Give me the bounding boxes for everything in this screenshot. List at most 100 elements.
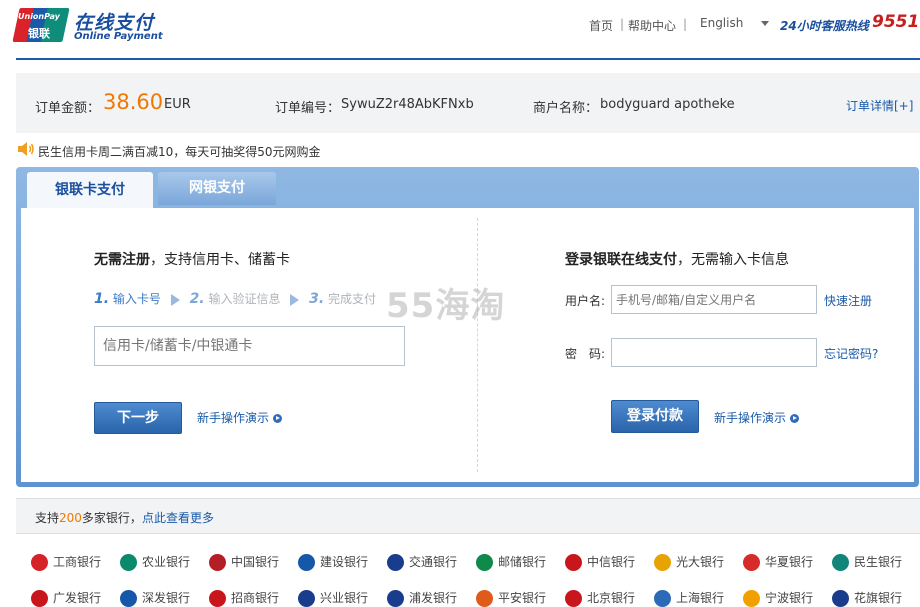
- bank-item[interactable]: 花旗银行: [832, 589, 902, 607]
- bank-name: 华夏银行: [765, 555, 814, 569]
- bank-item[interactable]: 邮储银行: [476, 553, 546, 571]
- password-input[interactable]: [611, 338, 817, 367]
- card-demo-link[interactable]: 新手操作演示: [197, 409, 283, 426]
- nav-home-link[interactable]: 首页: [589, 17, 613, 34]
- card-pay-title-bold: 无需注册: [94, 252, 150, 268]
- brand-subtitle: Online Payment: [74, 31, 163, 42]
- bank-item[interactable]: 民生银行: [832, 553, 902, 571]
- logo-text-unionpay: UnionPay: [18, 12, 60, 21]
- quick-register-link[interactable]: 快速注册: [824, 292, 872, 309]
- promo-notice[interactable]: 民生信用卡周二满百减10，每天可抽奖得50元网购金: [38, 143, 321, 160]
- banks-prefix: 支持: [35, 511, 60, 525]
- bank-item[interactable]: 建设银行: [298, 553, 368, 571]
- bank-name: 民生银行: [854, 555, 903, 569]
- bank-item[interactable]: 工商银行: [31, 553, 101, 571]
- nav-separator: |: [683, 17, 688, 31]
- nbcb-icon: [743, 590, 760, 607]
- banks-suffix: 多家银行，: [81, 511, 142, 525]
- merchant-name: bodyguard apotheke: [600, 97, 735, 112]
- card-number-input[interactable]: [94, 326, 405, 366]
- bank-item[interactable]: 农业银行: [120, 553, 190, 571]
- bank-item[interactable]: 交通银行: [387, 553, 457, 571]
- login-pay-title-bold: 登录银联在线支付: [565, 252, 677, 268]
- bank-item[interactable]: 广发银行: [31, 589, 101, 607]
- forgot-password-link[interactable]: 忘记密码?: [824, 345, 878, 362]
- order-number-label: 订单编号：: [275, 101, 341, 116]
- language-label: English: [700, 16, 744, 30]
- banks-count: 200: [59, 511, 82, 525]
- bank-item[interactable]: 中信银行: [565, 553, 635, 571]
- bank-item[interactable]: 上海银行: [654, 589, 724, 607]
- citi-icon: [832, 590, 849, 607]
- bank-item[interactable]: 深发银行: [120, 589, 190, 607]
- play-icon: [790, 414, 800, 423]
- hotline-label: 24小时客服热线: [780, 19, 869, 33]
- login-pay-button[interactable]: 登录付款: [611, 400, 699, 433]
- supported-banks-text: 支持200多家银行，点此查看更多: [35, 509, 214, 526]
- header-divider: [16, 58, 920, 60]
- language-select[interactable]: English: [700, 16, 770, 30]
- bank-name: 宁波银行: [765, 591, 814, 605]
- bank-name: 工商银行: [53, 555, 102, 569]
- spdb-icon: [387, 590, 404, 607]
- username-input[interactable]: [611, 285, 817, 314]
- bank-name: 中国银行: [231, 555, 280, 569]
- order-currency: EUR: [164, 97, 191, 112]
- bocom-icon: [387, 554, 404, 571]
- step-2-number: 2.: [189, 291, 205, 307]
- hotline-number: 95516: [872, 12, 920, 32]
- bank-item[interactable]: 兴业银行: [298, 589, 368, 607]
- bank-name: 建设银行: [320, 555, 369, 569]
- bank-item[interactable]: 光大银行: [654, 553, 724, 571]
- bank-item[interactable]: 宁波银行: [743, 589, 813, 607]
- bank-item[interactable]: 招商银行: [209, 589, 279, 607]
- merchant-label: 商户名称：: [533, 101, 599, 116]
- nav-help-link[interactable]: 帮助中心: [628, 17, 676, 34]
- bank-item[interactable]: 北京银行: [565, 589, 635, 607]
- login-demo-link-label: 新手操作演示: [714, 411, 787, 425]
- bank-name: 招商银行: [231, 591, 280, 605]
- password-label: 密 码:: [565, 347, 606, 361]
- abc-icon: [120, 554, 137, 571]
- arrow-right-icon: [170, 293, 180, 306]
- bank-name: 交通银行: [409, 555, 458, 569]
- nav-separator: |: [620, 17, 625, 31]
- bank-name: 兴业银行: [320, 591, 369, 605]
- login-pay-title-rest: ，无需输入卡信息: [677, 252, 789, 268]
- bank-item[interactable]: 浦发银行: [387, 589, 457, 607]
- bank-name: 浦发银行: [409, 591, 458, 605]
- cib-icon: [298, 590, 315, 607]
- next-step-button[interactable]: 下一步: [94, 402, 182, 434]
- bank-item[interactable]: 华夏银行: [743, 553, 813, 571]
- order-details-link[interactable]: 订单详情[+]: [846, 97, 913, 114]
- sdb-icon: [120, 590, 137, 607]
- card-demo-link-label: 新手操作演示: [197, 411, 270, 425]
- play-icon: [273, 414, 283, 423]
- boc-icon: [209, 554, 226, 571]
- amount-label: 订单金额：: [35, 101, 101, 116]
- step-1-number: 1.: [94, 291, 110, 307]
- view-more-banks-link[interactable]: 点此查看更多: [142, 511, 214, 525]
- pab-icon: [476, 590, 493, 607]
- tab-unionpay-card[interactable]: 银联卡支付: [27, 172, 153, 208]
- bank-name: 广发银行: [53, 591, 102, 605]
- ccb-icon: [298, 554, 315, 571]
- login-demo-link[interactable]: 新手操作演示: [714, 409, 800, 426]
- cmb-icon: [209, 590, 226, 607]
- cgb-icon: [31, 590, 48, 607]
- step-1-label: 输入卡号: [112, 292, 161, 306]
- login-pay-title: 登录银联在线支付，无需输入卡信息: [565, 249, 789, 269]
- panel-divider: [477, 218, 478, 472]
- unionpay-logo: UnionPay 银联: [12, 8, 70, 42]
- psbc-icon: [476, 554, 493, 571]
- cmbc-icon: [832, 554, 849, 571]
- tab-online-banking[interactable]: 网银支付: [158, 172, 276, 205]
- step-2-label: 输入验证信息: [208, 292, 281, 306]
- bank-name: 农业银行: [142, 555, 191, 569]
- bank-item[interactable]: 平安银行: [476, 589, 546, 607]
- speaker-icon: [18, 142, 34, 156]
- logo-text-yinlian: 银联: [28, 27, 50, 40]
- step-3-number: 3.: [309, 291, 325, 307]
- bank-item[interactable]: 中国银行: [209, 553, 279, 571]
- bob-icon: [565, 590, 582, 607]
